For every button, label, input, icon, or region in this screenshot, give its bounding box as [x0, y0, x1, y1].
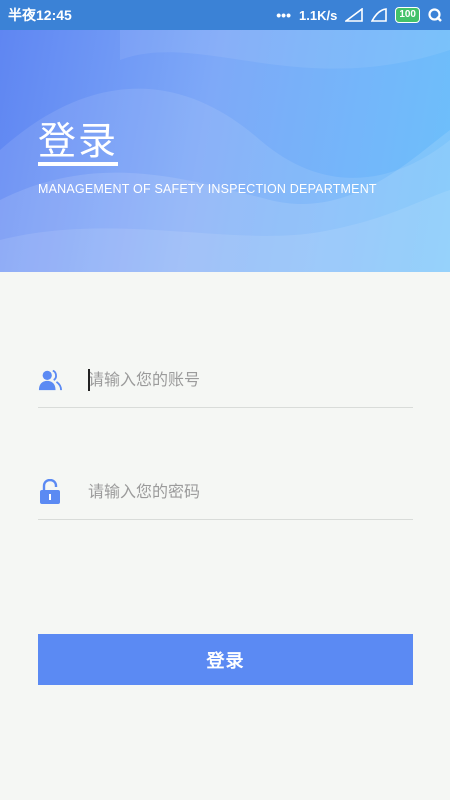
account-input[interactable] — [88, 370, 413, 389]
user-icon — [38, 367, 62, 393]
account-field — [38, 352, 413, 408]
network-speed: 1.1K/s — [299, 7, 338, 23]
q-icon — [428, 8, 442, 22]
status-bar: 半夜12:45 ••• 1.1K/s 100 — [0, 0, 450, 30]
password-field — [38, 464, 413, 520]
signal-icon — [345, 8, 364, 22]
dots-icon: ••• — [276, 7, 291, 23]
text-caret — [88, 369, 90, 391]
header-banner: 登录 MANAGEMENT OF SAFETY INSPECTION DEPAR… — [0, 30, 450, 272]
status-time: 半夜12:45 — [8, 7, 72, 23]
title-underline — [38, 162, 118, 166]
page-subtitle: MANAGEMENT OF SAFETY INSPECTION DEPARTME… — [38, 182, 377, 196]
status-icons: ••• 1.1K/s 100 — [276, 7, 442, 23]
battery-icon: 100 — [395, 7, 420, 23]
lock-icon — [38, 478, 62, 505]
login-button[interactable]: 登录 — [38, 634, 413, 685]
password-input[interactable] — [88, 482, 413, 501]
signal-icon-2 — [371, 8, 388, 22]
page-title: 登录 — [38, 119, 119, 163]
